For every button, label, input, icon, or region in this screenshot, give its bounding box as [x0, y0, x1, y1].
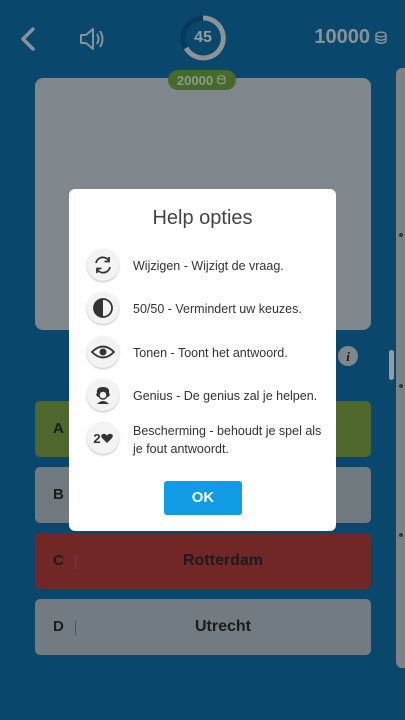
genius-icon: [87, 379, 119, 411]
help-option-label: 50/50 - Vermindert uw keuzes.: [133, 302, 302, 316]
heart-icon: 2: [87, 422, 119, 454]
help-option-label: Wijzigen - Wijzigt de vraag.: [133, 259, 284, 273]
help-option-label: Bescherming - behoudt je spel als je fou…: [133, 424, 322, 456]
help-options-dialog: Help opties Wijzigen - Wijzigt de vraag.…: [69, 189, 336, 531]
half-circle-icon: [87, 292, 119, 324]
eye-icon: [87, 336, 119, 368]
lives-count: 2: [93, 430, 101, 446]
ok-button[interactable]: OK: [164, 481, 242, 515]
dialog-title: Help opties: [152, 207, 253, 229]
refresh-icon: [87, 249, 119, 281]
help-option-label: Tonen - Toont het antwoord.: [133, 346, 288, 360]
help-option-label: Genius - De genius zal je helpen.: [133, 389, 318, 403]
